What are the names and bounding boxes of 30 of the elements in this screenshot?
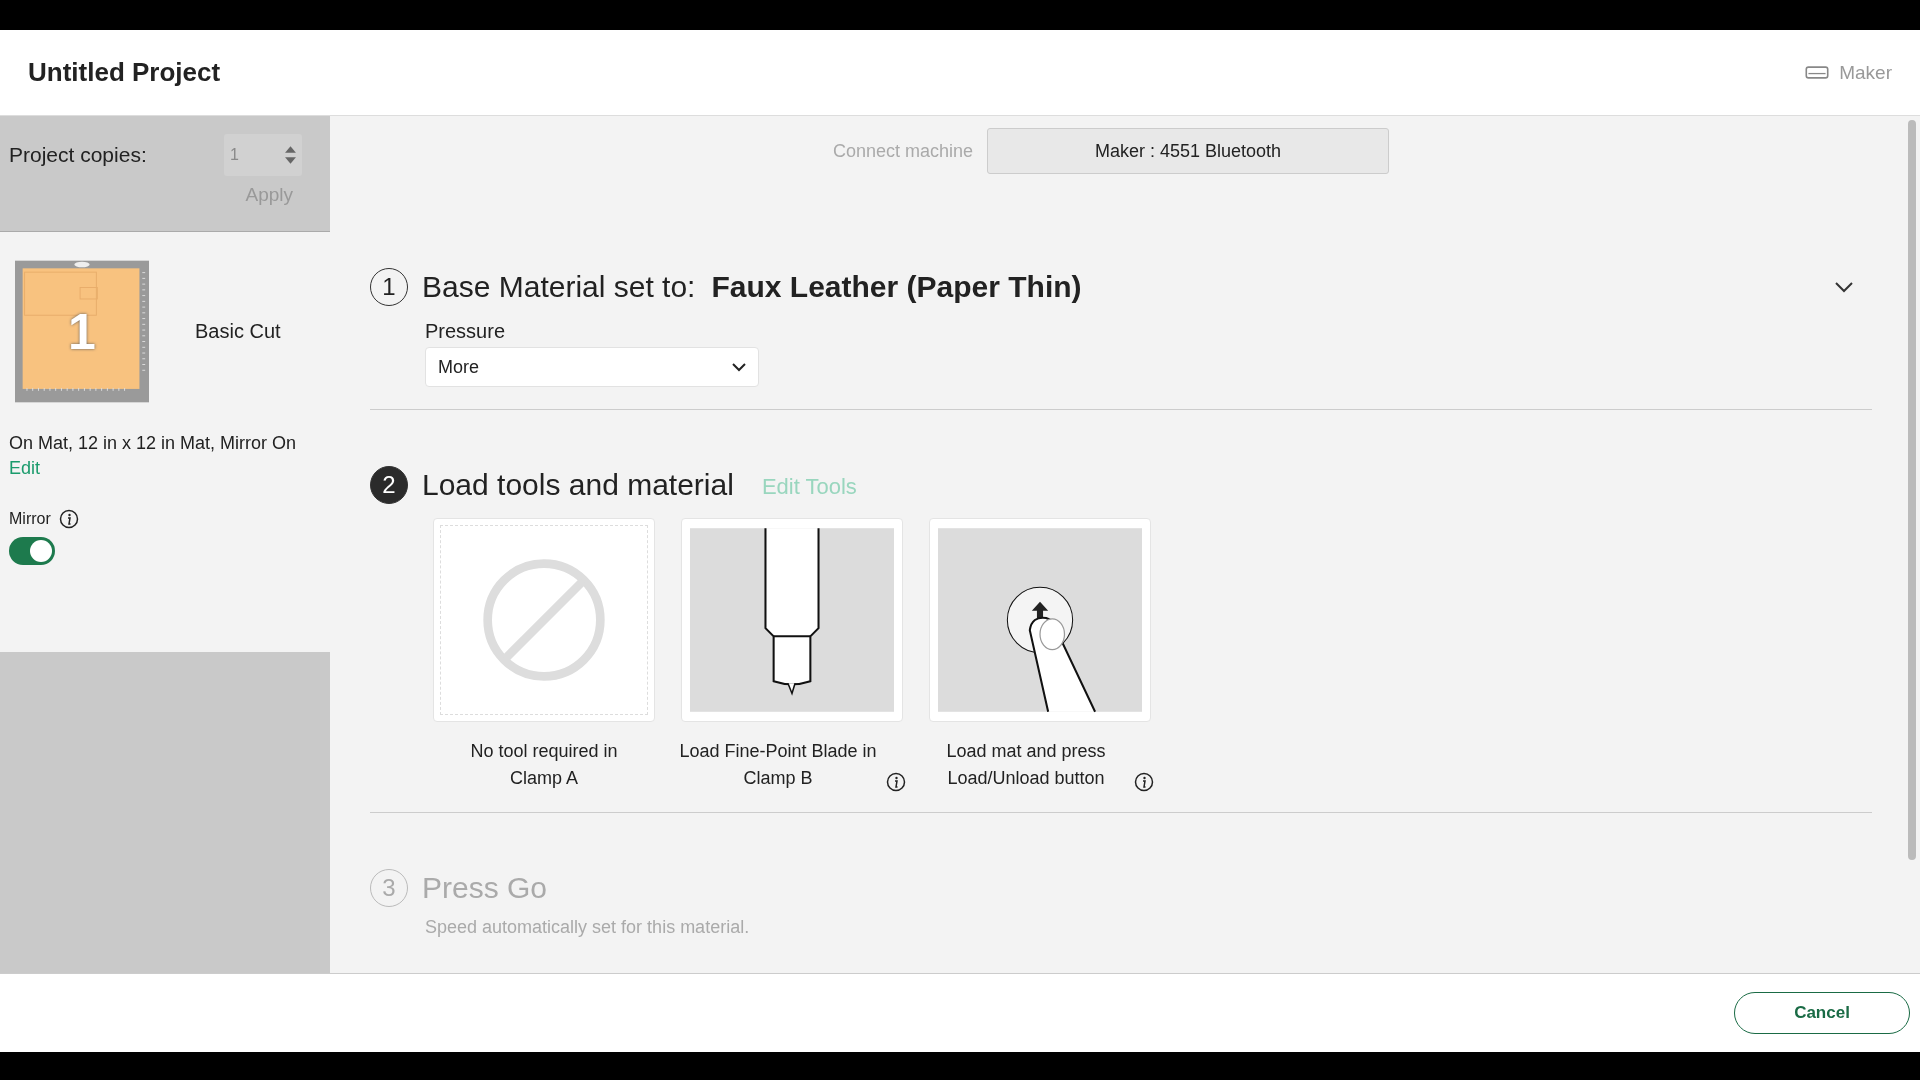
machine-label[interactable]: Maker xyxy=(1805,61,1892,84)
mirror-label: Mirror xyxy=(9,510,51,528)
window-title: Untitled Project xyxy=(28,57,221,88)
pressure-dropdown[interactable]: More xyxy=(425,347,759,387)
tool-caption: No tool required in Clamp A xyxy=(469,740,619,790)
edit-link[interactable]: Edit xyxy=(9,458,41,479)
chevron-down-icon xyxy=(732,362,746,372)
step-number: 2 xyxy=(370,466,408,504)
mat-thumbnail[interactable]: 1 xyxy=(15,260,149,403)
copies-label: Project copies: xyxy=(9,143,147,167)
mat-number: 1 xyxy=(68,302,96,361)
material-name: Faux Leather (Paper Thin) xyxy=(711,270,1082,304)
connect-label: Connect machine xyxy=(832,140,974,162)
step-title: Base Material set to: xyxy=(422,270,696,304)
mat-description: On Mat, 12 in x 12 in Mat, Mirror On xyxy=(9,433,298,454)
mat-name: Basic Cut xyxy=(195,320,281,343)
device-button[interactable]: Maker : 4551 Bluetooth xyxy=(987,128,1390,174)
step-note: Speed automatically set for this material. xyxy=(425,917,751,938)
step-title: Press Go xyxy=(422,871,548,905)
info-icon xyxy=(58,509,79,529)
chevron-down-icon xyxy=(1834,281,1854,293)
pressure-label: Pressure xyxy=(425,320,507,343)
machine-icon xyxy=(1805,65,1830,80)
scrollbar[interactable] xyxy=(1908,120,1916,860)
cancel-button[interactable]: Cancel xyxy=(1734,992,1910,1034)
edit-tools-link[interactable]: Edit Tools xyxy=(761,474,857,500)
tool-caption: Load mat and press Load/Unload button xyxy=(945,740,1107,790)
mirror-toggle[interactable] xyxy=(9,537,55,565)
tool-caption: Load Fine-Point Blade in Clamp B xyxy=(678,740,878,790)
step-title: Load tools and material xyxy=(422,468,734,502)
